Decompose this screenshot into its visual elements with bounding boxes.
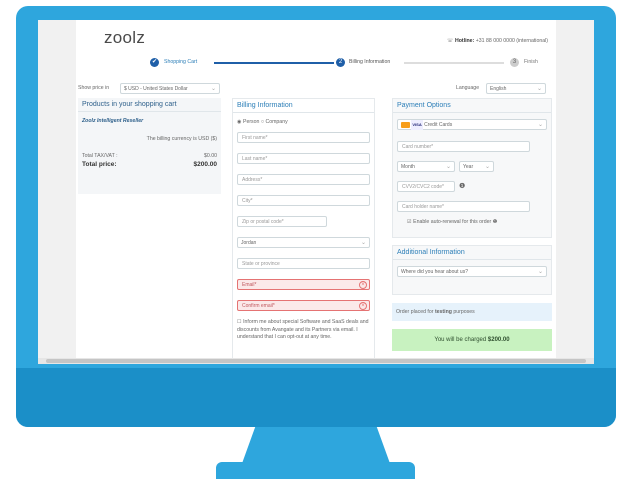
payment-title: Payment Options <box>393 99 551 113</box>
hotline: ☏ Hotline: +31 88 000 0000 (internationa… <box>447 38 548 44</box>
step-billing-information: Billing Information <box>349 59 391 65</box>
checkout-steps: ✔ Shopping Cart 2 Billing Information 3 … <box>144 58 538 72</box>
city-field[interactable]: City* <box>237 195 370 206</box>
phone-icon: ☏ <box>447 38 454 44</box>
hotline-number: +31 88 000 0000 (international) <box>475 38 548 44</box>
chevron-down-icon: ⌄ <box>536 86 542 92</box>
charge-value: $200.00 <box>487 337 510 343</box>
tax-value: $0.00 <box>204 153 217 159</box>
step-shopping-cart[interactable]: Shopping Cart <box>164 59 197 65</box>
checkout-page: zoolz ☏ Hotline: +31 88 000 0000 (intern… <box>76 20 556 360</box>
currency-note: The billing currency is USD ($) <box>146 136 217 142</box>
hotline-label: Hotline: <box>454 38 475 44</box>
currency-value: $ USD - United States Dollar <box>124 86 188 92</box>
language-value: English <box>490 86 507 92</box>
email-field[interactable]: Email* × <box>237 279 370 290</box>
step-finish: Finish <box>524 59 538 65</box>
total-label: Total price: <box>82 161 117 168</box>
monitor-chin <box>16 368 616 427</box>
last-name-field[interactable]: Last name* <box>237 153 370 164</box>
monitor-stand-base <box>216 462 415 479</box>
step-line-pending <box>404 62 504 64</box>
brand-logo[interactable]: zoolz <box>104 28 145 48</box>
consent-checkbox-row[interactable]: ☐ Inform me about special Software and S… <box>237 319 370 342</box>
info-icon[interactable]: ❶ <box>493 219 498 225</box>
auto-renew-label: Enable auto-renewal for this order <box>413 219 492 225</box>
monitor-frame: zoolz ☏ Hotline: +31 88 000 0000 (intern… <box>16 6 616 427</box>
zip-field[interactable]: Zip or postal code* <box>237 216 327 227</box>
hear-about-value: Where did you hear about us? <box>401 269 468 275</box>
cart-panel: Products in your shopping cart Zoolz Int… <box>78 98 221 194</box>
mastercard-icon <box>401 121 410 128</box>
payment-method-value: Credit Cards <box>424 122 453 128</box>
testing-word: testing <box>434 309 452 315</box>
step-current-icon: 2 <box>336 58 345 67</box>
language-select[interactable]: English ⌄ <box>486 83 546 94</box>
charge-notice: You will be charged $200.00 <box>392 329 552 351</box>
chevron-down-icon: ⌄ <box>484 164 490 170</box>
additional-panel: Additional Information Where did you hea… <box>392 245 552 295</box>
horizontal-scrollbar[interactable] <box>38 358 594 364</box>
testing-pre: Order placed for <box>396 309 434 315</box>
month-value: Month <box>401 164 415 170</box>
cart-title: Products in your shopping cart <box>78 98 221 112</box>
radio-empty-icon[interactable]: ○ <box>261 119 264 125</box>
confirm-email-field[interactable]: Confirm email* × <box>237 300 370 311</box>
card-holder-field[interactable]: Card holder name* <box>397 201 530 212</box>
radio-checked-icon: ◉ <box>237 119 242 125</box>
radio-company-label: Company <box>265 119 288 125</box>
additional-title: Additional Information <box>393 246 551 260</box>
step-done-icon: ✔ <box>150 58 159 67</box>
month-select[interactable]: Month ⌄ <box>397 161 455 172</box>
country-select[interactable]: Jordan ⌄ <box>237 237 370 248</box>
language-label: Language <box>456 85 480 91</box>
screen: zoolz ☏ Hotline: +31 88 000 0000 (intern… <box>38 20 594 364</box>
payment-method-select[interactable]: VISA Credit Cards ⌄ <box>397 119 547 130</box>
year-value: Year <box>463 164 474 170</box>
hear-about-select[interactable]: Where did you hear about us? ⌄ <box>397 266 547 277</box>
visa-icon: VISA <box>411 120 423 130</box>
country-value: Jordan <box>241 240 257 246</box>
currency-select[interactable]: $ USD - United States Dollar ⌄ <box>120 83 220 94</box>
cart-product[interactable]: Zoolz Intelligent Reseller <box>82 118 143 124</box>
step-pending-icon: 3 <box>510 58 519 67</box>
chevron-down-icon: ⌄ <box>445 164 451 170</box>
billing-panel: Billing Information ◉ Person ○ Company F… <box>232 98 375 360</box>
error-icon: × <box>359 302 367 310</box>
year-select[interactable]: Year ⌄ <box>459 161 494 172</box>
card-number-field[interactable]: Card number* <box>397 141 530 152</box>
cvv-field[interactable]: CVV2/CVC2 code* <box>397 181 455 192</box>
chevron-down-icon: ⌄ <box>537 122 543 128</box>
radio-person-label: Person <box>242 119 260 125</box>
chevron-down-icon: ⌄ <box>360 240 366 246</box>
payment-panel: Payment Options VISA Credit Cards ⌄ Card… <box>392 98 552 238</box>
step-line-done <box>214 62 334 64</box>
address-field[interactable]: Address* <box>237 174 370 185</box>
first-name-field[interactable]: First name* <box>237 132 370 143</box>
error-icon: × <box>359 281 367 289</box>
chevron-down-icon: ⌄ <box>210 86 216 92</box>
auto-renew-row[interactable]: ☑ Enable auto-renewal for this order ❶ <box>407 219 497 225</box>
info-icon[interactable]: ❶ <box>459 182 465 190</box>
scrollbar-thumb[interactable] <box>46 359 586 363</box>
radio-person[interactable]: ◉ Person ○ Company <box>237 119 288 125</box>
monitor-illustration: zoolz ☏ Hotline: +31 88 000 0000 (intern… <box>0 0 631 479</box>
tax-label: Total TAX/VAT : <box>82 153 118 159</box>
total-value: $200.00 <box>193 161 218 168</box>
state-field[interactable]: State or province <box>237 258 370 269</box>
confirm-email-placeholder: Confirm email* <box>242 303 275 309</box>
billing-title: Billing Information <box>233 99 374 113</box>
price-label: Show price in <box>78 85 110 91</box>
charge-pre: You will be charged <box>434 337 487 343</box>
testing-post: purposes <box>453 309 475 315</box>
email-placeholder: Email* <box>242 282 257 288</box>
checked-checkbox-icon[interactable]: ☑ <box>407 219 412 225</box>
checkbox-icon[interactable]: ☐ <box>237 319 242 325</box>
testing-notice: Order placed for testing purposes <box>392 303 552 321</box>
chevron-down-icon: ⌄ <box>537 269 543 275</box>
consent-text: Inform me about special Software and Saa… <box>237 319 369 340</box>
